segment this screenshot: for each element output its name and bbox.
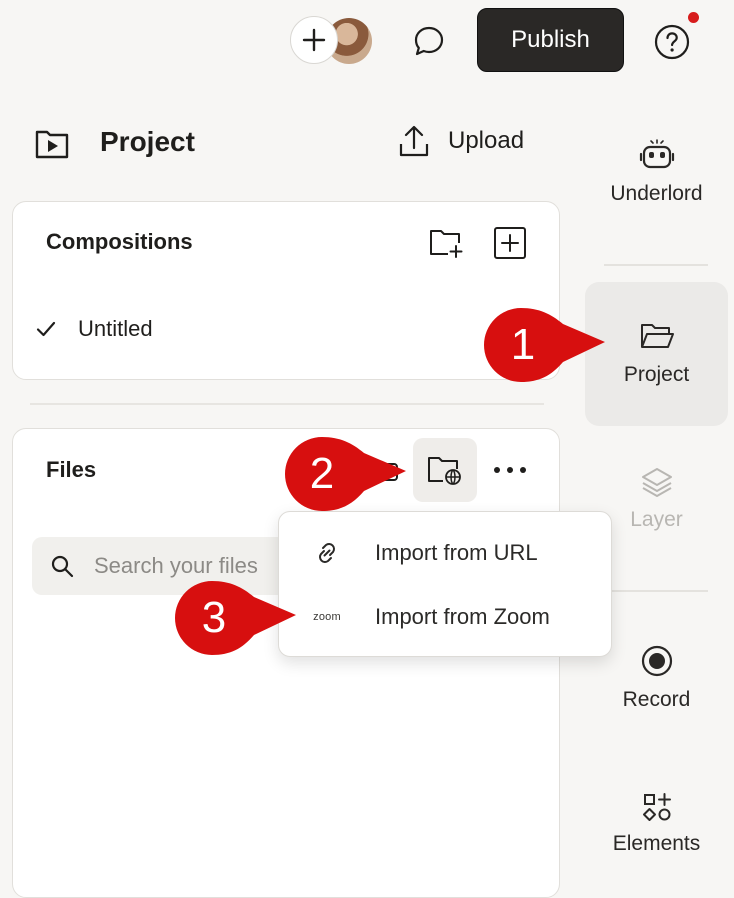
add-collaborator-button[interactable] xyxy=(290,16,338,64)
elements-icon xyxy=(642,793,671,821)
rail-underlord[interactable]: Underlord xyxy=(585,138,728,238)
help-button[interactable] xyxy=(650,20,694,64)
comments-button[interactable] xyxy=(408,20,450,62)
new-folder-button[interactable] xyxy=(426,225,466,261)
callout-number-3: 3 xyxy=(201,593,227,642)
comment-icon xyxy=(414,26,444,56)
import-from-web-button[interactable] xyxy=(413,438,477,502)
import-from-url-label: Import from URL xyxy=(375,540,538,565)
import-from-zoom-label: Import from Zoom xyxy=(375,604,550,629)
more-options-button[interactable] xyxy=(486,448,534,492)
more-horizontal-icon xyxy=(494,467,526,473)
rail-project-label: Project xyxy=(623,363,690,386)
import-from-url[interactable]: Import from URL xyxy=(279,522,611,584)
import-menu: Import from URL zoom Import from Zoom xyxy=(278,511,612,657)
rail-layer-label: Layer xyxy=(630,508,683,531)
callout-marker-1: 1 xyxy=(481,306,611,386)
plus-icon xyxy=(302,28,326,52)
rail-divider xyxy=(604,264,708,266)
callout-number-2: 2 xyxy=(309,449,335,498)
folder-plus-icon xyxy=(430,230,463,258)
square-plus-icon xyxy=(494,227,526,259)
compositions-title: Compositions xyxy=(46,229,193,254)
rail-record[interactable]: Record xyxy=(585,644,728,724)
callout-number-1: 1 xyxy=(510,320,536,369)
composition-label: Untitled xyxy=(78,316,153,341)
folder-globe-icon xyxy=(428,457,461,485)
project-media-icon xyxy=(34,128,70,160)
upload-icon xyxy=(399,125,429,157)
upload-button[interactable]: Upload xyxy=(398,124,524,158)
help-icon xyxy=(654,24,690,60)
folder-open-icon xyxy=(640,324,674,348)
rail-elements[interactable]: Elements xyxy=(585,792,728,872)
layers-icon xyxy=(641,468,672,497)
callout-marker-3: 3 xyxy=(172,579,302,659)
publish-button[interactable]: Publish xyxy=(477,8,624,72)
link-icon xyxy=(319,543,335,563)
search-input[interactable] xyxy=(94,553,294,579)
rail-elements-label: Elements xyxy=(612,832,701,855)
rail-record-label: Record xyxy=(622,688,691,711)
rail-underlord-label: Underlord xyxy=(610,182,703,205)
new-composition-button[interactable] xyxy=(492,225,528,261)
panel-divider xyxy=(30,403,544,405)
check-icon xyxy=(36,321,56,337)
files-title: Files xyxy=(46,457,97,482)
page-title: Project xyxy=(100,126,195,157)
callout-marker-2: 2 xyxy=(282,435,412,515)
compositions-panel xyxy=(12,201,560,380)
record-icon xyxy=(641,645,672,677)
robot-icon xyxy=(639,139,674,169)
zoom-logo: zoom xyxy=(313,611,341,623)
import-from-zoom[interactable]: zoom Import from Zoom xyxy=(279,586,611,648)
composition-item[interactable]: Untitled xyxy=(36,316,153,342)
notification-dot xyxy=(688,12,699,23)
search-icon xyxy=(51,555,74,578)
upload-label: Upload xyxy=(448,127,525,154)
rail-divider xyxy=(604,590,708,592)
